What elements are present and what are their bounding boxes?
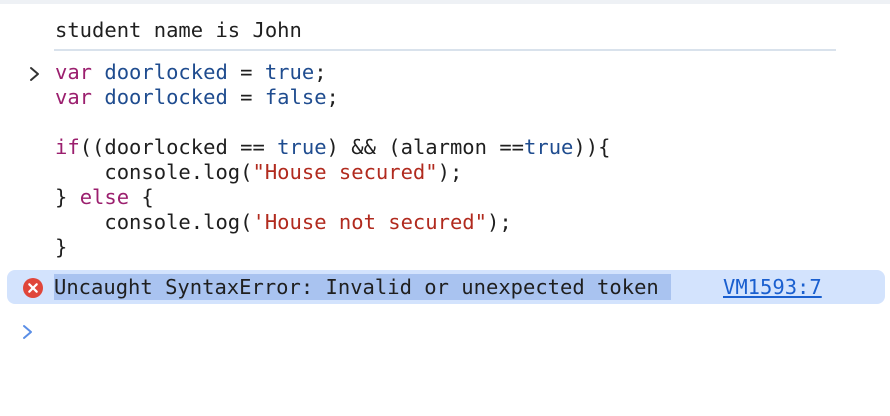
code-token: doorlocked [104, 85, 228, 109]
code-token: true [264, 60, 315, 84]
code-token: doorlocked [104, 60, 228, 84]
console-message-divider [54, 49, 836, 51]
code-token: "House secured" [252, 160, 438, 184]
code-line: console.log('House not secured"); [55, 210, 610, 235]
code-token: console.log( [55, 160, 253, 184]
code-token: console.log( [55, 210, 253, 234]
code-token: var [55, 60, 93, 84]
code-line: } [55, 235, 610, 260]
error-source-link[interactable]: VM1593:7 [723, 274, 822, 300]
console-error-message[interactable]: Uncaught SyntaxError: Invalid or unexpec… [7, 270, 885, 304]
chevron-right-icon [30, 67, 39, 81]
code-token: else [79, 185, 130, 209]
error-circle-icon [23, 278, 43, 298]
code-token: ); [486, 210, 512, 234]
code-line: var doorlocked = true; [55, 60, 610, 85]
code-token: 'House not secured" [252, 210, 487, 234]
code-token: } [55, 235, 68, 259]
code-token: if [55, 135, 80, 159]
code-token: { [129, 185, 154, 209]
code-token: )){ [573, 135, 611, 159]
chevron-right-icon[interactable] [20, 323, 36, 341]
console-input-code[interactable]: var doorlocked = true; var doorlocked = f… [55, 60, 610, 260]
code-token: } [55, 185, 80, 209]
code-token: = [227, 85, 265, 109]
console-top-border [0, 0, 890, 4]
code-line: var doorlocked = false; [55, 85, 610, 110]
code-line: if((doorlocked == true) && (alarmon ==tr… [55, 135, 610, 160]
error-text: Uncaught SyntaxError: Invalid or unexpec… [54, 274, 671, 300]
code-token: ((doorlocked == [79, 135, 278, 159]
code-token: = [227, 60, 265, 84]
code-line: console.log("House secured"); [55, 160, 610, 185]
code-token: ; [314, 60, 327, 84]
code-token: true [524, 135, 574, 159]
code-line: } else { [55, 185, 610, 210]
code-token: ); [437, 160, 463, 184]
code-token: var [55, 85, 93, 109]
code-token: ) && (alarmon == [326, 135, 525, 159]
code-token: ; [326, 85, 339, 109]
code-token: false [264, 85, 327, 109]
code-token: true [277, 135, 327, 159]
console-log-message: student name is John [55, 18, 302, 42]
